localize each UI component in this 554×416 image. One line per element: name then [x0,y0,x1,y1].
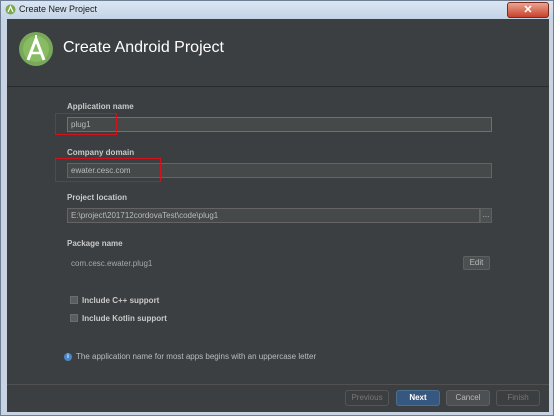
close-icon: ✕ [523,4,533,16]
application-name-field[interactable]: plug1 [67,117,492,132]
previous-button[interactable]: Previous [345,390,389,406]
kotlin-support-label[interactable]: Include Kotlin support [82,314,167,323]
kotlin-support-checkbox[interactable] [70,314,78,322]
company-domain-label: Company domain [67,148,135,157]
cpp-support-label[interactable]: Include C++ support [82,296,159,305]
package-name-value: com.cesc.ewater.plug1 [71,259,153,268]
application-name-label: Application name [67,102,134,111]
window-title: Create New Project [19,4,98,14]
finish-button[interactable]: Finish [496,390,540,406]
form-panel: Application name plug1 Company domain ew… [7,86,549,385]
info-message: The application name for most apps begin… [76,352,317,361]
cancel-button[interactable]: Cancel [446,390,490,406]
close-button[interactable]: ✕ [507,2,549,18]
title-bar[interactable]: Create New Project ✕ [1,1,553,19]
next-button[interactable]: Next [396,390,440,406]
red-highlight-box [55,158,161,182]
edit-package-button[interactable]: Edit [463,256,490,270]
button-bar: Previous Next Cancel Finish [7,384,549,412]
dialog-window: Create New Project ✕ Create Android Proj… [0,0,554,416]
header-banner: Create Android Project [7,19,549,86]
cpp-support-checkbox[interactable] [70,296,78,304]
page-title: Create Android Project [63,39,224,56]
browse-button[interactable]: ... [480,208,492,223]
package-name-label: Package name [67,239,123,248]
project-location-label: Project location [67,193,128,202]
red-highlight-box [55,113,117,135]
info-icon: i [64,353,72,361]
project-location-field[interactable]: E:\project\201712cordovaTest\code\plug1 [67,208,480,223]
android-studio-app-icon [5,4,16,15]
android-studio-icon [19,32,53,66]
